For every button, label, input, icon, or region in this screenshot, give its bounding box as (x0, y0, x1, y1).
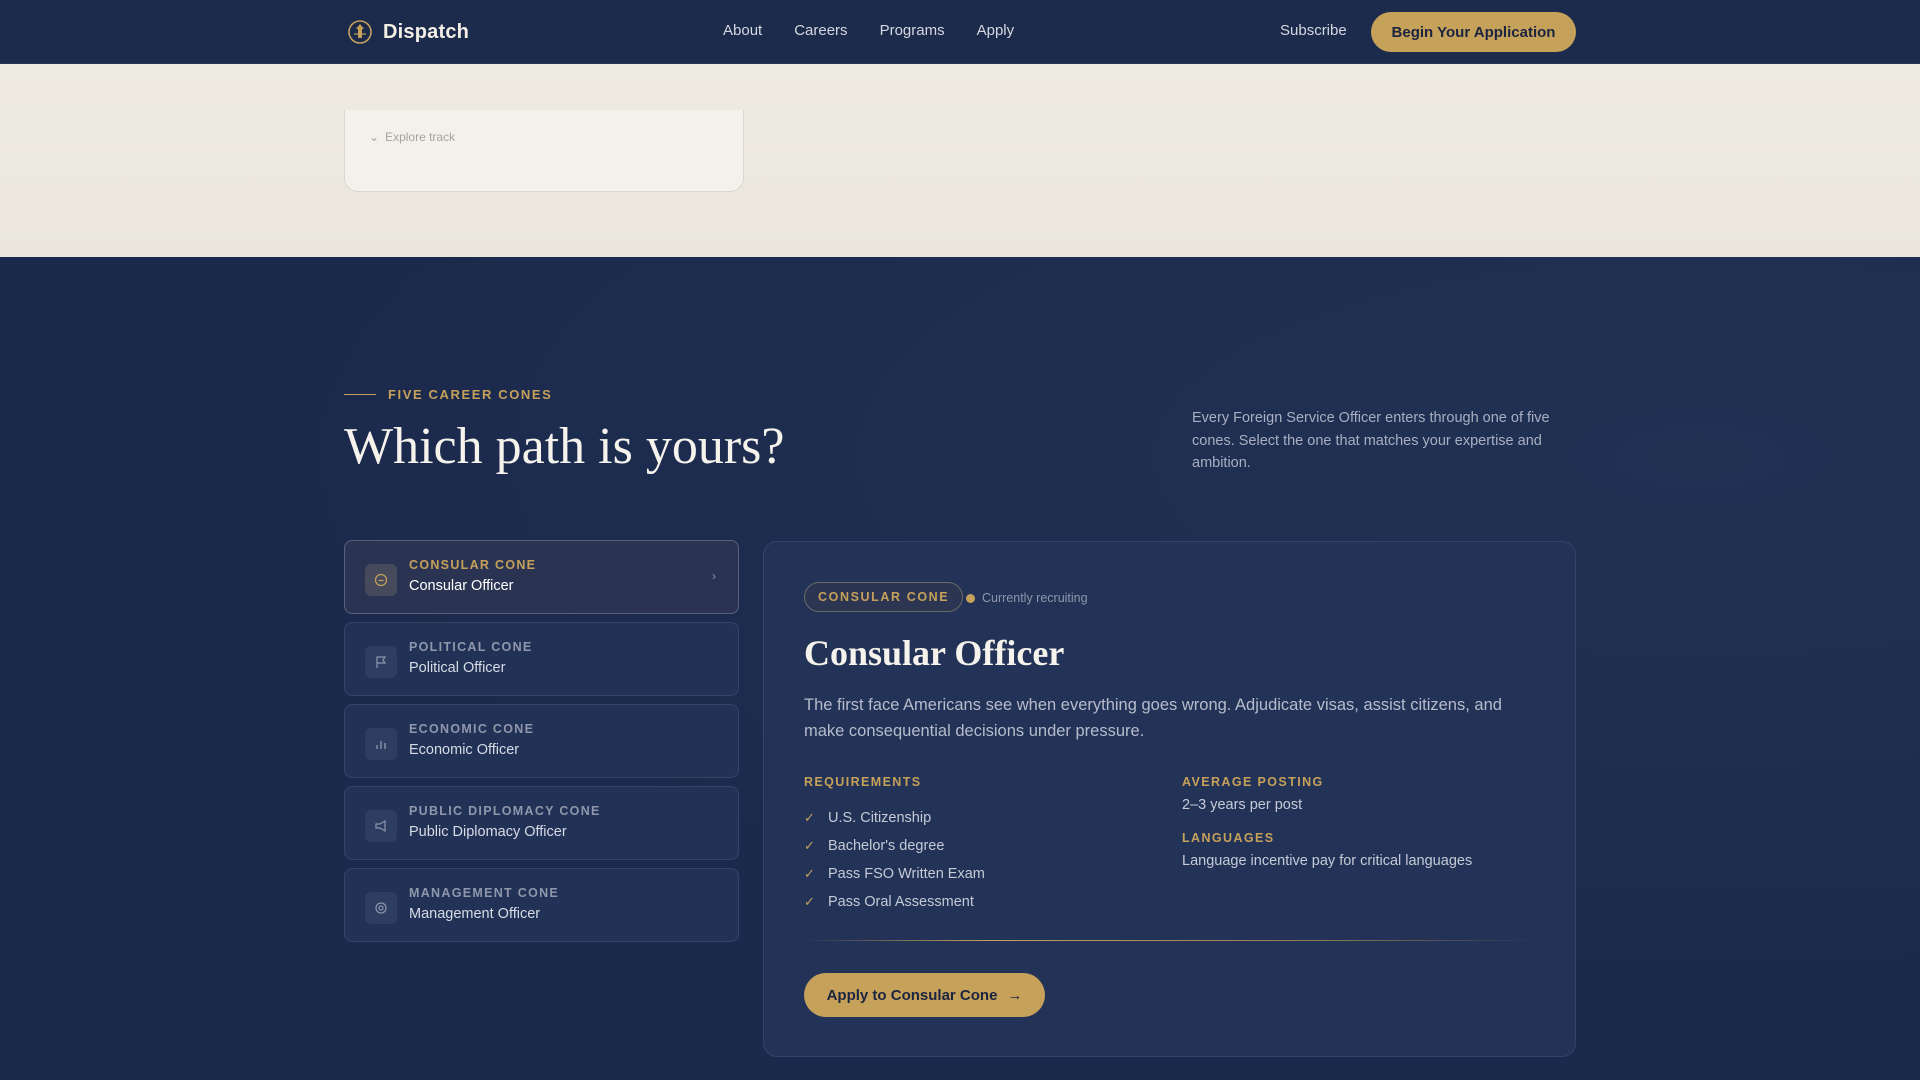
apply-cone-label: Apply to Consular Cone (826, 986, 998, 1004)
requirement-item: ✓ U.S. Citizenship (804, 804, 985, 832)
track-card: ⌄ Explore track (344, 110, 744, 192)
section-eyebrow: FIVE CAREER CONES (344, 387, 552, 402)
cone-kind: PUBLIC DIPLOMACY CONE (409, 804, 601, 818)
cone-kind: MANAGEMENT CONE (409, 886, 560, 900)
cone-badge: CONSULAR CONE (804, 582, 964, 612)
requirement-item: ✓ Pass FSO Written Exam (804, 860, 985, 888)
begin-application-button[interactable]: Begin Your Application (1371, 12, 1576, 52)
seal-icon (348, 20, 372, 44)
requirement-text: Pass Oral Assessment (828, 894, 974, 910)
cone-title: Management Officer (409, 906, 541, 922)
section-intro: Every Foreign Service Officer enters thr… (1192, 410, 1550, 471)
chevron-right-icon: › (712, 569, 716, 583)
detail-description: The first face Americans see when everyt… (804, 696, 1502, 740)
requirement-item: ✓ Bachelor's degree (804, 832, 985, 860)
section-headline: Which path is yours? (344, 418, 785, 475)
cone-detail-panel: CONSULAR CONE Currently recruiting Consu… (763, 541, 1576, 1057)
cone-title: Political Officer (409, 660, 506, 676)
main-nav: About Careers Programs Apply (723, 22, 1014, 39)
posting-heading: AVERAGE POSTING (1182, 775, 1324, 789)
cone-title: Consular Officer (409, 578, 514, 594)
cone-title: Public Diplomacy Officer (409, 824, 567, 840)
requirements-list: ✓ U.S. Citizenship ✓ Bachelor's degree ✓ Pa… (804, 804, 985, 916)
requirement-text: Bachelor's degree (828, 838, 945, 854)
brand-name: Dispatch (383, 20, 470, 43)
target-icon (365, 892, 397, 924)
apply-cone-button[interactable]: Apply to Consular Cone → (804, 973, 1045, 1017)
cone-kind: CONSULAR CONE (409, 558, 537, 572)
clock-icon (365, 564, 397, 596)
languages-heading: LANGUAGES (1182, 831, 1275, 845)
subscribe-link[interactable]: Subscribe (1280, 22, 1347, 39)
eyebrow-rule (344, 394, 376, 395)
requirement-text: Pass FSO Written Exam (828, 866, 985, 882)
requirement-item: ✓ Pass Oral Assessment (804, 888, 985, 916)
cone-item-management[interactable]: MANAGEMENT CONE Management Officer (344, 868, 739, 942)
arrow-right-icon: → (1007, 986, 1023, 1004)
flag-icon (365, 646, 397, 678)
previous-section: ⌄ Explore track (0, 64, 1920, 257)
status-dot-icon (966, 593, 975, 603)
brand-logo[interactable]: Dispatch (347, 19, 469, 45)
chevron-down-icon: ⌄ (369, 130, 380, 144)
check-icon: ✓ (804, 866, 815, 881)
check-icon: ✓ (804, 810, 815, 825)
check-icon: ✓ (804, 838, 815, 853)
cone-item-consular[interactable]: CONSULAR CONE Consular Officer › (344, 540, 739, 614)
posting-value: 2–3 years per post (1182, 797, 1303, 813)
explore-track-label: Explore track (385, 130, 456, 144)
cone-item-public-diplomacy[interactable]: PUBLIC DIPLOMACY CONE Public Diplomacy O… (344, 786, 739, 860)
nav-careers[interactable]: Careers (794, 22, 847, 39)
panel-divider (804, 940, 1537, 941)
languages-value: Language incentive pay for critical lang… (1182, 853, 1473, 869)
cone-title: Economic Officer (409, 742, 520, 758)
requirement-text: U.S. Citizenship (828, 810, 932, 826)
eyebrow-text: FIVE CAREER CONES (388, 387, 553, 402)
top-navbar: Dispatch About Careers Programs Apply Su… (0, 0, 1920, 64)
cone-kind: ECONOMIC CONE (409, 722, 535, 736)
cone-item-political[interactable]: POLITICAL CONE Political Officer (344, 622, 739, 696)
nav-apply[interactable]: Apply (977, 22, 1015, 39)
cone-item-economic[interactable]: ECONOMIC CONE Economic Officer (344, 704, 739, 778)
check-icon: ✓ (804, 894, 815, 909)
requirements-heading: REQUIREMENTS (804, 775, 922, 789)
cone-kind: POLITICAL CONE (409, 640, 533, 654)
explore-track-link[interactable]: ⌄ Explore track (369, 130, 455, 144)
recruiting-status: Currently recruiting (966, 591, 1088, 605)
detail-title: Consular Officer (804, 633, 1065, 673)
megaphone-icon (365, 810, 397, 842)
bar-chart-icon (365, 728, 397, 760)
nav-programs[interactable]: Programs (880, 22, 945, 39)
status-text: Currently recruiting (982, 591, 1088, 605)
nav-about[interactable]: About (723, 22, 762, 39)
career-cones-section: FIVE CAREER CONES Which path is yours? E… (0, 257, 1920, 1080)
